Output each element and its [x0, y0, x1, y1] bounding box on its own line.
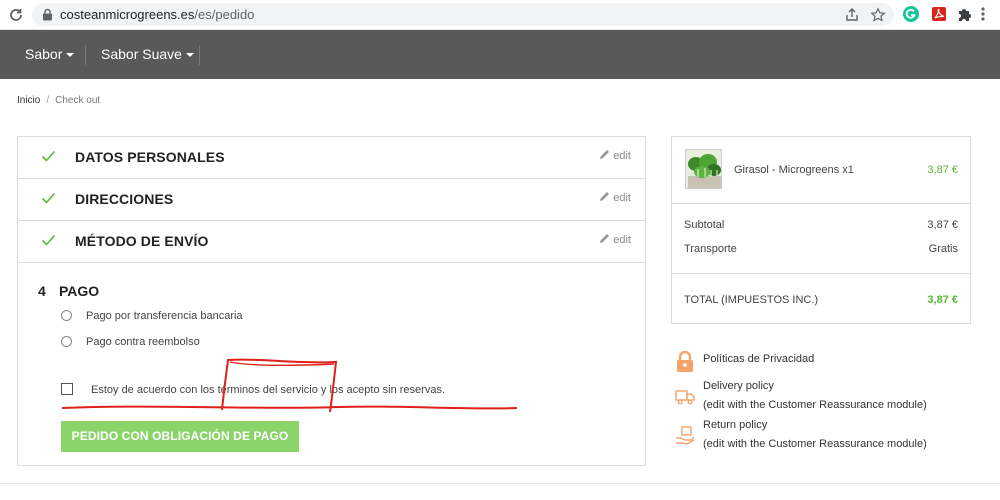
return-hand-box-icon — [676, 426, 695, 445]
microgreens-image — [686, 150, 721, 188]
url-text[interactable]: costeanmicrogreens.es/es/pedido — [60, 7, 254, 22]
payment-step-title: PAGO — [59, 283, 100, 299]
reassurance-text: Return policy (edit with the Customer Rea… — [703, 419, 927, 450]
nav-divider — [85, 45, 86, 65]
pencil-icon — [600, 192, 610, 201]
place-order-button[interactable]: PEDIDO CON OBLIGACIÓN DE PAGO — [61, 421, 299, 452]
reload-icon[interactable] — [7, 6, 25, 24]
check-icon — [41, 192, 56, 204]
browser-toolbar: costeanmicrogreens.es/es/pedido — [0, 0, 1000, 30]
caret-down-icon — [66, 53, 75, 58]
check-icon — [41, 150, 56, 162]
step-title: MÉTODO DE ENVÍO — [75, 233, 209, 249]
step-number: 4 — [38, 283, 46, 299]
payment-option-bank-transfer[interactable]: Pago por transferencia bancaria — [61, 310, 243, 322]
nav-item-sabor[interactable]: Sabor — [25, 46, 75, 62]
extensions-puzzle-icon[interactable] — [956, 5, 974, 23]
checkout-steps: DATOS PERSONALES edit DIRECCIONES edit M… — [17, 136, 646, 466]
padlock-icon — [677, 350, 693, 372]
breadcrumb: Inicio / Check out — [17, 95, 101, 106]
product-thumbnail[interactable] — [685, 149, 722, 189]
breadcrumb-home-link[interactable]: Inicio — [17, 95, 40, 106]
step-addresses[interactable]: DIRECCIONES edit — [18, 179, 645, 221]
address-bar[interactable]: costeanmicrogreens.es/es/pedido — [32, 3, 894, 26]
terms-agreement[interactable]: Estoy de acuerdo con los términos del se… — [61, 383, 445, 396]
pencil-icon — [600, 234, 610, 243]
shipping-value: Gratis — [928, 243, 958, 255]
nav-item-sabor-suave[interactable]: Sabor Suave — [101, 46, 194, 62]
product-price: 3,87 € — [927, 164, 958, 176]
terms-label: Estoy de acuerdo con los términos del se… — [91, 384, 445, 396]
edit-link[interactable]: edit — [599, 149, 631, 162]
step-personal-data[interactable]: DATOS PERSONALES edit — [18, 137, 645, 179]
pencil-icon — [600, 150, 610, 159]
lock-icon[interactable] — [42, 8, 53, 21]
bookmark-star-icon[interactable] — [870, 7, 886, 23]
order-summary: Girasol - Microgreens x1 3,87 € Subtotal… — [671, 136, 971, 324]
product-name[interactable]: Girasol - Microgreens x1 — [734, 164, 854, 176]
radio-button[interactable] — [61, 310, 72, 321]
total-label: TOTAL (IMPUESTOS INC.) — [684, 294, 819, 306]
divider — [672, 203, 970, 204]
grammarly-extension-icon[interactable] — [902, 5, 920, 23]
main-nav: Sabor Sabor Suave — [0, 30, 1000, 79]
step-shipping-method[interactable]: MÉTODO DE ENVÍO edit — [18, 221, 645, 263]
pdf-extension-icon[interactable] — [930, 5, 948, 23]
step-title: DIRECCIONES — [75, 191, 174, 207]
reassurance-text: Delivery policy (edit with the Customer R… — [703, 380, 927, 411]
radio-button[interactable] — [61, 336, 72, 347]
breadcrumb-current: Check out — [55, 95, 101, 106]
share-icon[interactable] — [844, 7, 860, 23]
page-divider — [0, 483, 1000, 484]
total-value: 3,87 € — [927, 294, 958, 306]
nav-divider — [199, 45, 200, 65]
delivery-truck-icon — [675, 390, 695, 405]
divider — [672, 273, 970, 274]
edit-link[interactable]: edit — [599, 191, 631, 204]
step-title: DATOS PERSONALES — [75, 149, 225, 165]
reassurance-text: Políticas de Privacidad — [703, 353, 815, 365]
subtotal-label: Subtotal — [684, 219, 725, 231]
caret-down-icon — [185, 53, 194, 58]
edit-link[interactable]: edit — [599, 233, 631, 246]
payment-option-cash-on-delivery[interactable]: Pago contra reembolso — [61, 336, 200, 348]
browser-menu-icon[interactable] — [980, 5, 986, 23]
shipping-label: Transporte — [684, 243, 737, 255]
check-icon — [41, 234, 56, 246]
subtotal-value: 3,87 € — [927, 219, 958, 231]
terms-checkbox[interactable] — [61, 383, 73, 395]
